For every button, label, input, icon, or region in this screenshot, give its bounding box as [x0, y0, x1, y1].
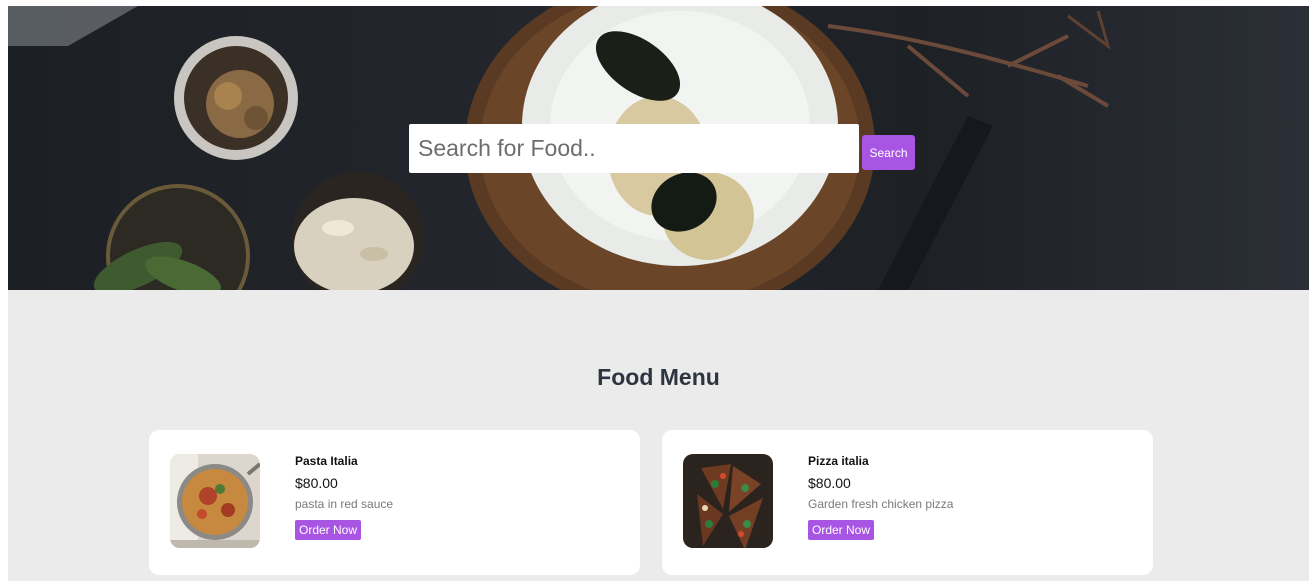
food-card: Pasta Italia $80.00 pasta in red sauce O… — [149, 430, 640, 575]
search-input[interactable] — [409, 124, 859, 173]
food-description: pasta in red sauce — [295, 497, 394, 511]
hero-banner: Search — [8, 6, 1309, 290]
order-now-button[interactable]: Order Now — [295, 520, 362, 540]
food-card: Pizza italia $80.00 Garden fresh chicken… — [662, 430, 1153, 575]
pizza-image — [683, 454, 773, 548]
food-description: Garden fresh chicken pizza — [808, 497, 954, 511]
menu-title: Food Menu — [597, 364, 720, 390]
food-price: $80.00 — [808, 475, 851, 491]
search-button[interactable]: Search — [862, 135, 915, 170]
food-info: Pizza italia $80.00 Garden fresh chicken… — [808, 454, 953, 540]
food-price: $80.00 — [295, 475, 338, 491]
food-name: Pizza italia — [808, 454, 869, 468]
food-name: Pasta Italia — [295, 454, 358, 468]
order-now-button[interactable]: Order Now — [808, 520, 875, 540]
page: Search Food Menu Pasta Italia $80.00 pas… — [8, 6, 1309, 581]
food-info: Pasta Italia $80.00 pasta in red sauce O… — [295, 454, 393, 540]
pasta-image — [170, 454, 260, 548]
